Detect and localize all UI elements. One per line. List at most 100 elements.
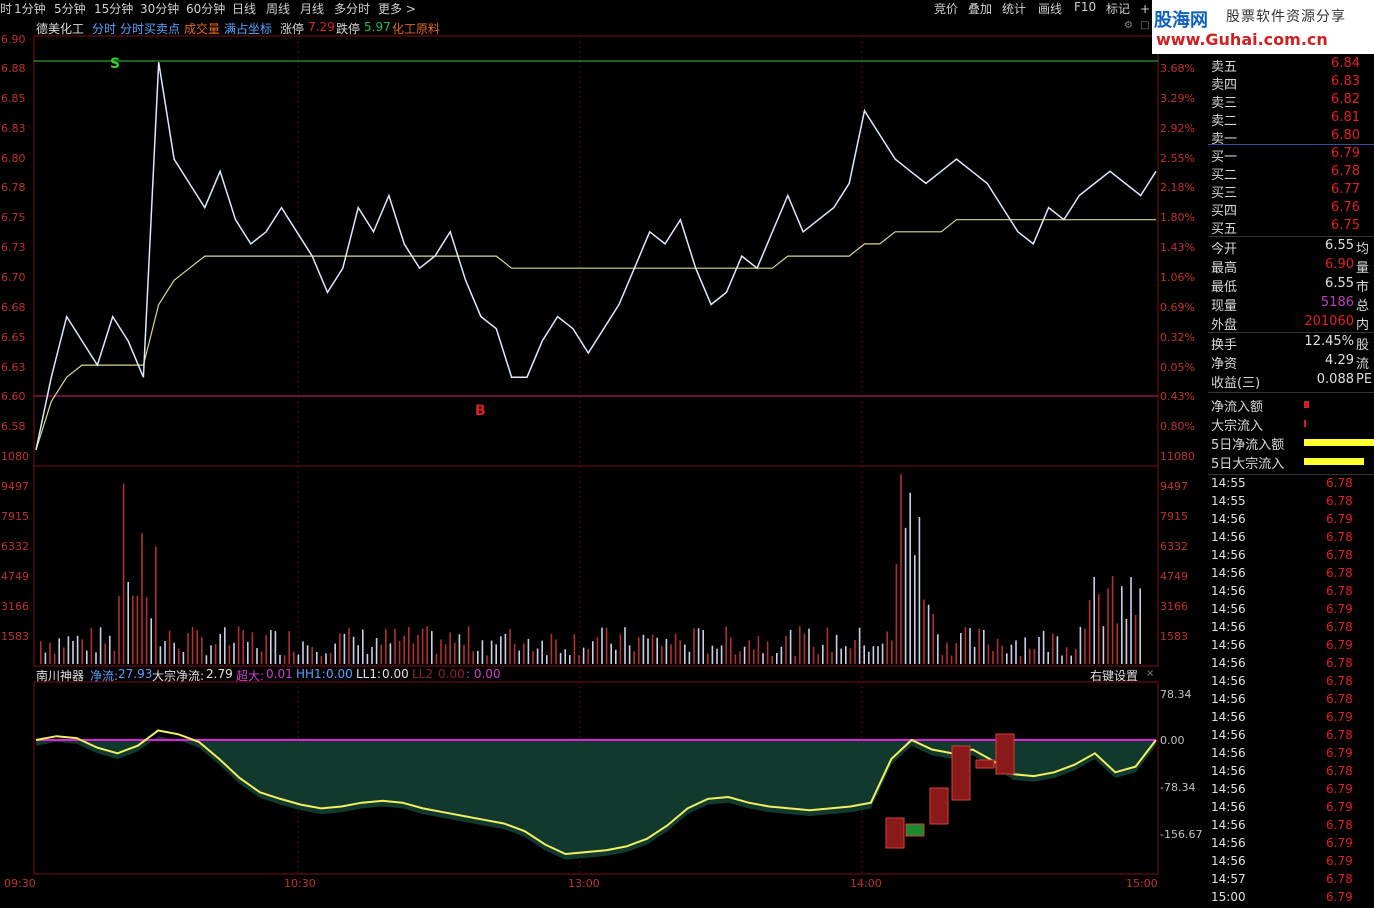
volume-bar [518,650,520,664]
volume-bar [205,655,208,664]
volume-bar [472,651,474,664]
bid-label: 买三 [1211,186,1238,201]
volume-bar [320,656,323,664]
volume-bar [288,631,290,664]
bid-3[interactable]: 买三 6.77 [1208,182,1374,201]
ask-3[interactable]: 卖三 6.82 [1208,92,1374,111]
axis-label: 6.88 [1,62,26,75]
bid-4[interactable]: 买四 6.76 [1208,200,1374,219]
btn-overlay[interactable]: 叠加 [968,0,992,17]
volume-bar [771,655,773,664]
volume-bar [274,631,277,664]
volume-bar [247,641,249,664]
volume-bar [141,532,143,664]
btn-f10[interactable]: F10 [1074,0,1096,14]
tab-buysell[interactable]: 分时买卖点 [120,20,180,37]
volume-bar [1111,575,1114,664]
trade-price: 6.79 [1326,602,1353,616]
window-icon[interactable]: □ [1140,20,1149,31]
right-click-settings[interactable]: 右键设置 [1090,667,1138,684]
tab-5min[interactable]: 5分钟 [54,0,86,17]
close-icon[interactable]: × [1146,668,1154,679]
volume-bar [569,655,571,664]
volume-bar [927,604,930,664]
sector-name[interactable]: 化工原料 [392,20,440,37]
volume-bar [941,655,944,664]
volume-bar [946,642,948,664]
trade-row: 14:56 6.79 [1208,782,1374,800]
trade-time: 14:56 [1211,656,1246,670]
volume-bar [849,648,852,664]
volume-bar [886,631,888,664]
tab-1min[interactable]: 1分钟 [14,0,46,17]
flow-5d-net: 5日净流入额 [1208,434,1374,453]
tab-30min[interactable]: 30分钟 [140,0,179,17]
tab-60min[interactable]: 60分钟 [186,0,225,17]
tab-month[interactable]: 月线 [300,0,324,17]
bid-price: 6.78 [1331,164,1360,179]
ask-5[interactable]: 卖五 6.84 [1208,56,1374,75]
tab-fenshi-mode[interactable]: 分时 [92,20,116,37]
axis-label: 0.43% [1160,390,1195,403]
volume-bar [63,647,65,664]
indicator-name[interactable]: 南川神器 [36,667,84,684]
axis-label: 7915 [1160,510,1188,523]
volume-bar [720,645,723,664]
btn-stats[interactable]: 统计 [1002,0,1026,17]
tab-full-coord[interactable]: 满占坐标 [224,20,272,37]
volume-bar [293,651,295,664]
volume-bar [431,631,433,664]
tab-15min[interactable]: 15分钟 [94,0,133,17]
volume-bar [201,636,203,664]
trade-price: 6.79 [1326,512,1353,526]
axis-label: 0.69% [1160,301,1195,314]
axis-label: 3.68% [1160,62,1195,75]
volume-bar [122,483,125,664]
volume-bar [937,634,939,664]
quote-value: 12.45% [1304,334,1354,349]
tab-more[interactable]: 更多 > [378,0,416,17]
quote-extra: 均 [1356,242,1370,257]
quote-high: 最高 6.90 量 [1208,257,1374,276]
btn-auction[interactable]: 竞价 [934,0,958,17]
volume-bar [150,618,152,664]
ask-2[interactable]: 卖二 6.81 [1208,110,1374,129]
bid-price: 6.77 [1331,182,1360,197]
volume-bar [417,634,419,664]
volume-bar [495,644,497,664]
volume-bar [665,639,668,664]
tab-day[interactable]: 日线 [232,0,256,17]
bid-5[interactable]: 买五 6.75 [1208,218,1374,237]
btn-draw[interactable]: 画线 [1038,0,1062,17]
volume-bar [817,654,819,664]
axis-label: 6.80 [1,152,26,165]
tab-week[interactable]: 周线 [266,0,290,17]
net-flow-area [36,736,1156,860]
trade-row: 14:57 6.78 [1208,872,1374,890]
settings-icon[interactable]: ⚙ [1124,20,1133,31]
volume-bar [394,629,396,664]
tab-multi[interactable]: 多分时 [334,0,370,17]
tab-fenshi[interactable]: 时 [0,0,12,17]
volume-bar [136,595,139,664]
bid-2[interactable]: 买二 6.78 [1208,164,1374,183]
trade-time: 14:56 [1211,674,1246,688]
ask-4[interactable]: 卖四 6.83 [1208,74,1374,93]
volume-bar [854,640,856,664]
volume-bar [610,643,612,664]
bid-1[interactable]: 买一 6.79 [1208,146,1374,165]
btn-mark[interactable]: 标记 [1106,0,1130,17]
volume-bar [527,638,530,664]
volume-bar [265,635,267,664]
volume-bar [881,643,884,664]
tab-volume[interactable]: 成交量 [184,20,220,37]
volume-bar [766,641,769,664]
trade-price: 6.78 [1326,674,1353,688]
volume-bar [1098,594,1100,664]
super-label: 超大: [236,669,265,683]
volume-bar [191,626,194,664]
divider [1208,144,1374,145]
quote-turnover: 换手 12.45% 股 [1208,334,1374,353]
volume-bar [624,627,626,664]
flow-label: 净流入额 [1211,400,1264,415]
